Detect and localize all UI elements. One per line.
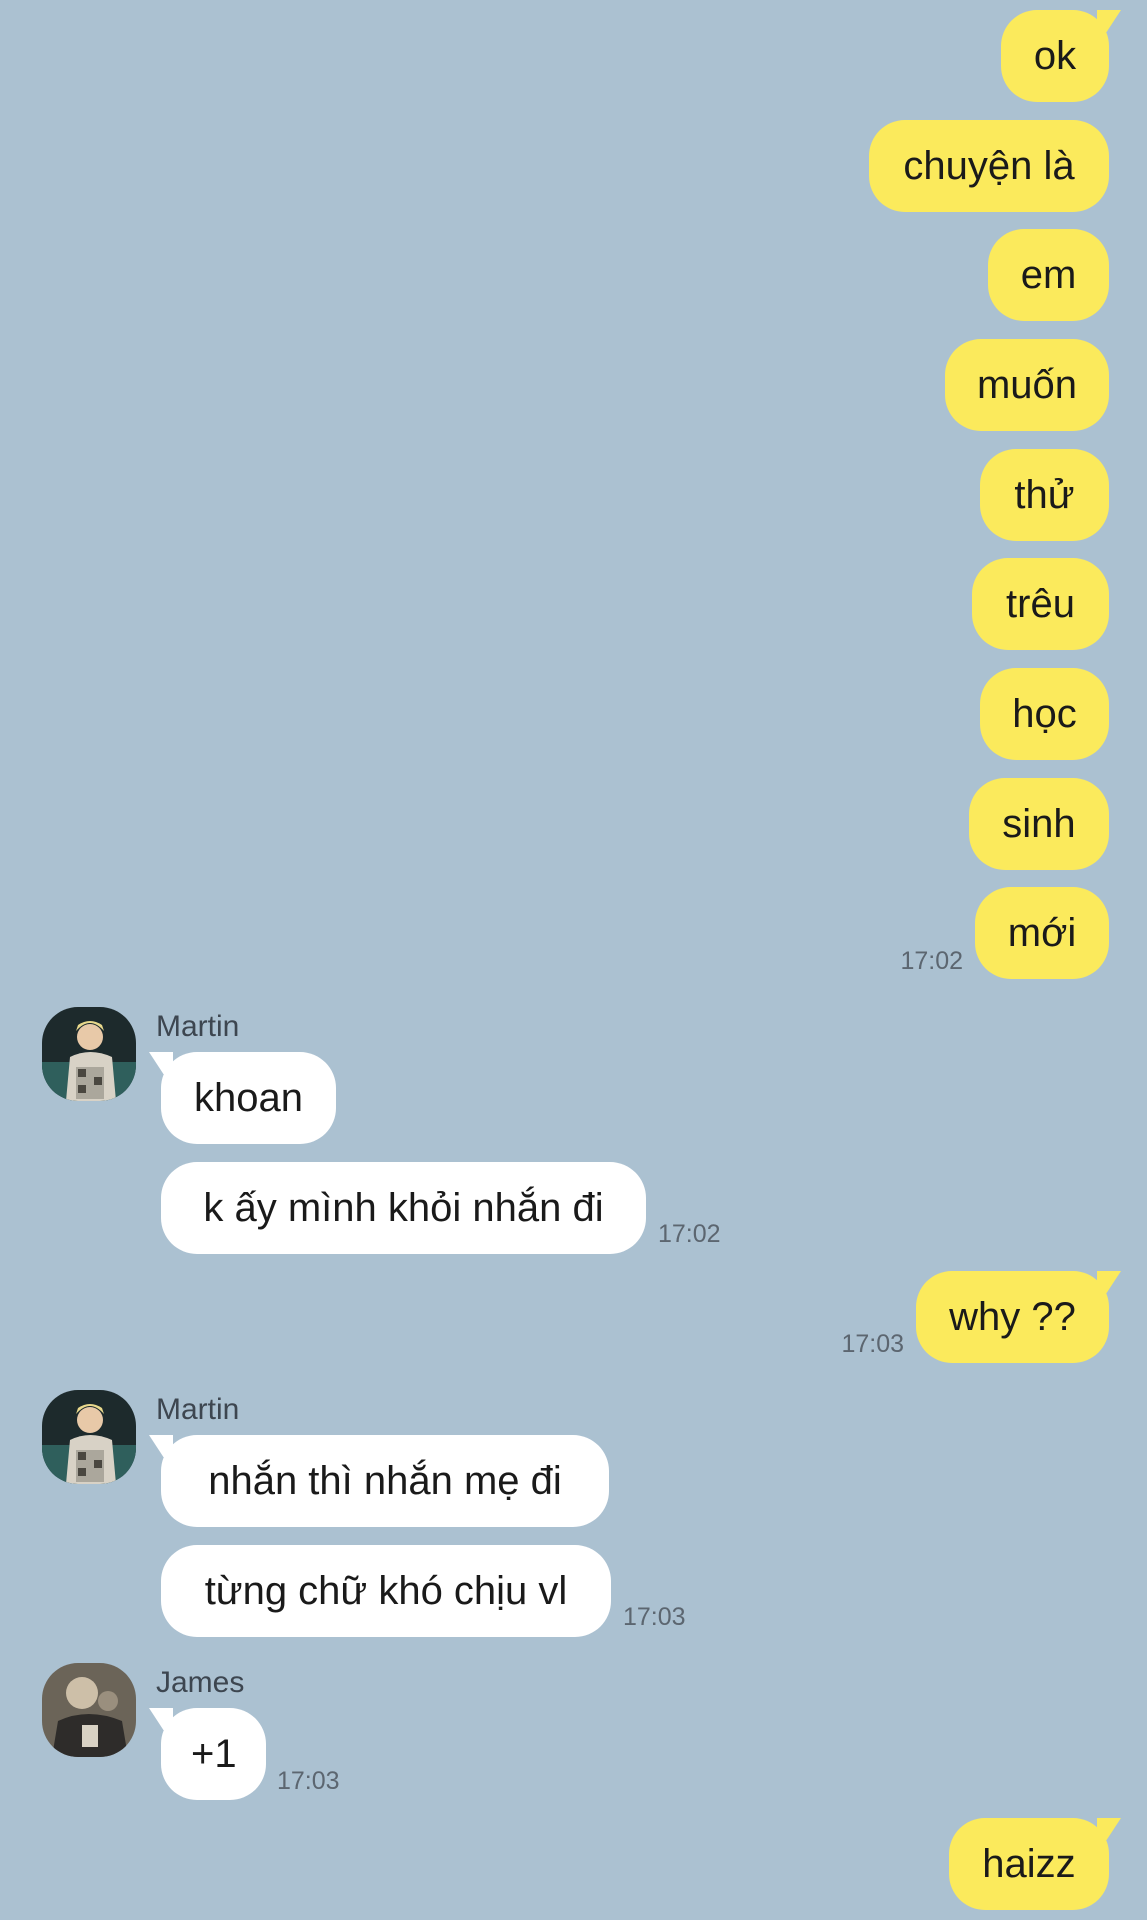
message-text: k ấy mình khỏi nhắn đi [203, 1186, 604, 1230]
sender-name: James [156, 1666, 245, 1699]
message-timestamp: 17:02 [900, 947, 963, 975]
avatar[interactable] [42, 1007, 136, 1101]
message-bubble-out[interactable]: muốn [945, 339, 1109, 431]
sender-name: Martin [156, 1393, 240, 1426]
message-bubble-out[interactable]: sinh [969, 778, 1109, 870]
message-bubble-out[interactable]: học [980, 668, 1109, 760]
message-text: từng chữ khó chịu vl [204, 1569, 568, 1613]
message-text: muốn [976, 363, 1078, 407]
message-bubble-out[interactable]: em [988, 229, 1109, 321]
avatar-photo-icon [42, 1663, 136, 1757]
message-bubble-in[interactable]: +1 [149, 1708, 266, 1800]
message-timestamp: 17:02 [658, 1220, 721, 1248]
message-bubble-out[interactable]: why ?? [916, 1271, 1121, 1363]
message-bubble-in[interactable]: khoan [149, 1052, 336, 1144]
message-text: +1 [191, 1732, 237, 1776]
message-bubble-in[interactable]: nhắn thì nhắn mẹ đi [149, 1435, 609, 1527]
message-timestamp: 17:03 [277, 1767, 340, 1795]
message-text: haizz [982, 1842, 1076, 1886]
message-timestamp: 17:03 [841, 1330, 904, 1358]
message-text: khoan [194, 1076, 303, 1120]
message-text: trêu [1006, 582, 1075, 626]
message-bubble-in[interactable]: từng chữ khó chịu vl [161, 1545, 611, 1637]
sender-name: Martin [156, 1010, 240, 1043]
message-bubble-out[interactable]: haizz [949, 1818, 1121, 1910]
message-bubble-out[interactable]: chuyện là [869, 120, 1109, 212]
message-text: ok [1033, 34, 1077, 78]
message-text: học [1012, 692, 1077, 736]
avatar-photo-icon [42, 1007, 136, 1101]
avatar[interactable] [42, 1663, 136, 1757]
avatar-photo-icon [42, 1390, 136, 1484]
message-bubble-out[interactable]: mới [975, 887, 1109, 979]
message-bubble-out[interactable]: ok [1001, 10, 1121, 102]
message-bubble-out[interactable]: thử [980, 449, 1109, 541]
message-text: why ?? [949, 1295, 1076, 1339]
message-text: em [1020, 253, 1077, 297]
message-text: mới [1007, 911, 1077, 955]
message-text: chuyện là [903, 144, 1075, 188]
message-text: thử [1014, 473, 1075, 517]
avatar[interactable] [42, 1390, 136, 1484]
message-text: sinh [1002, 802, 1076, 846]
message-bubble-out[interactable]: trêu [972, 558, 1109, 650]
message-text: nhắn thì nhắn mẹ đi [208, 1459, 562, 1503]
message-timestamp: 17:03 [623, 1603, 686, 1631]
message-bubble-in[interactable]: k ấy mình khỏi nhắn đi [161, 1162, 646, 1254]
